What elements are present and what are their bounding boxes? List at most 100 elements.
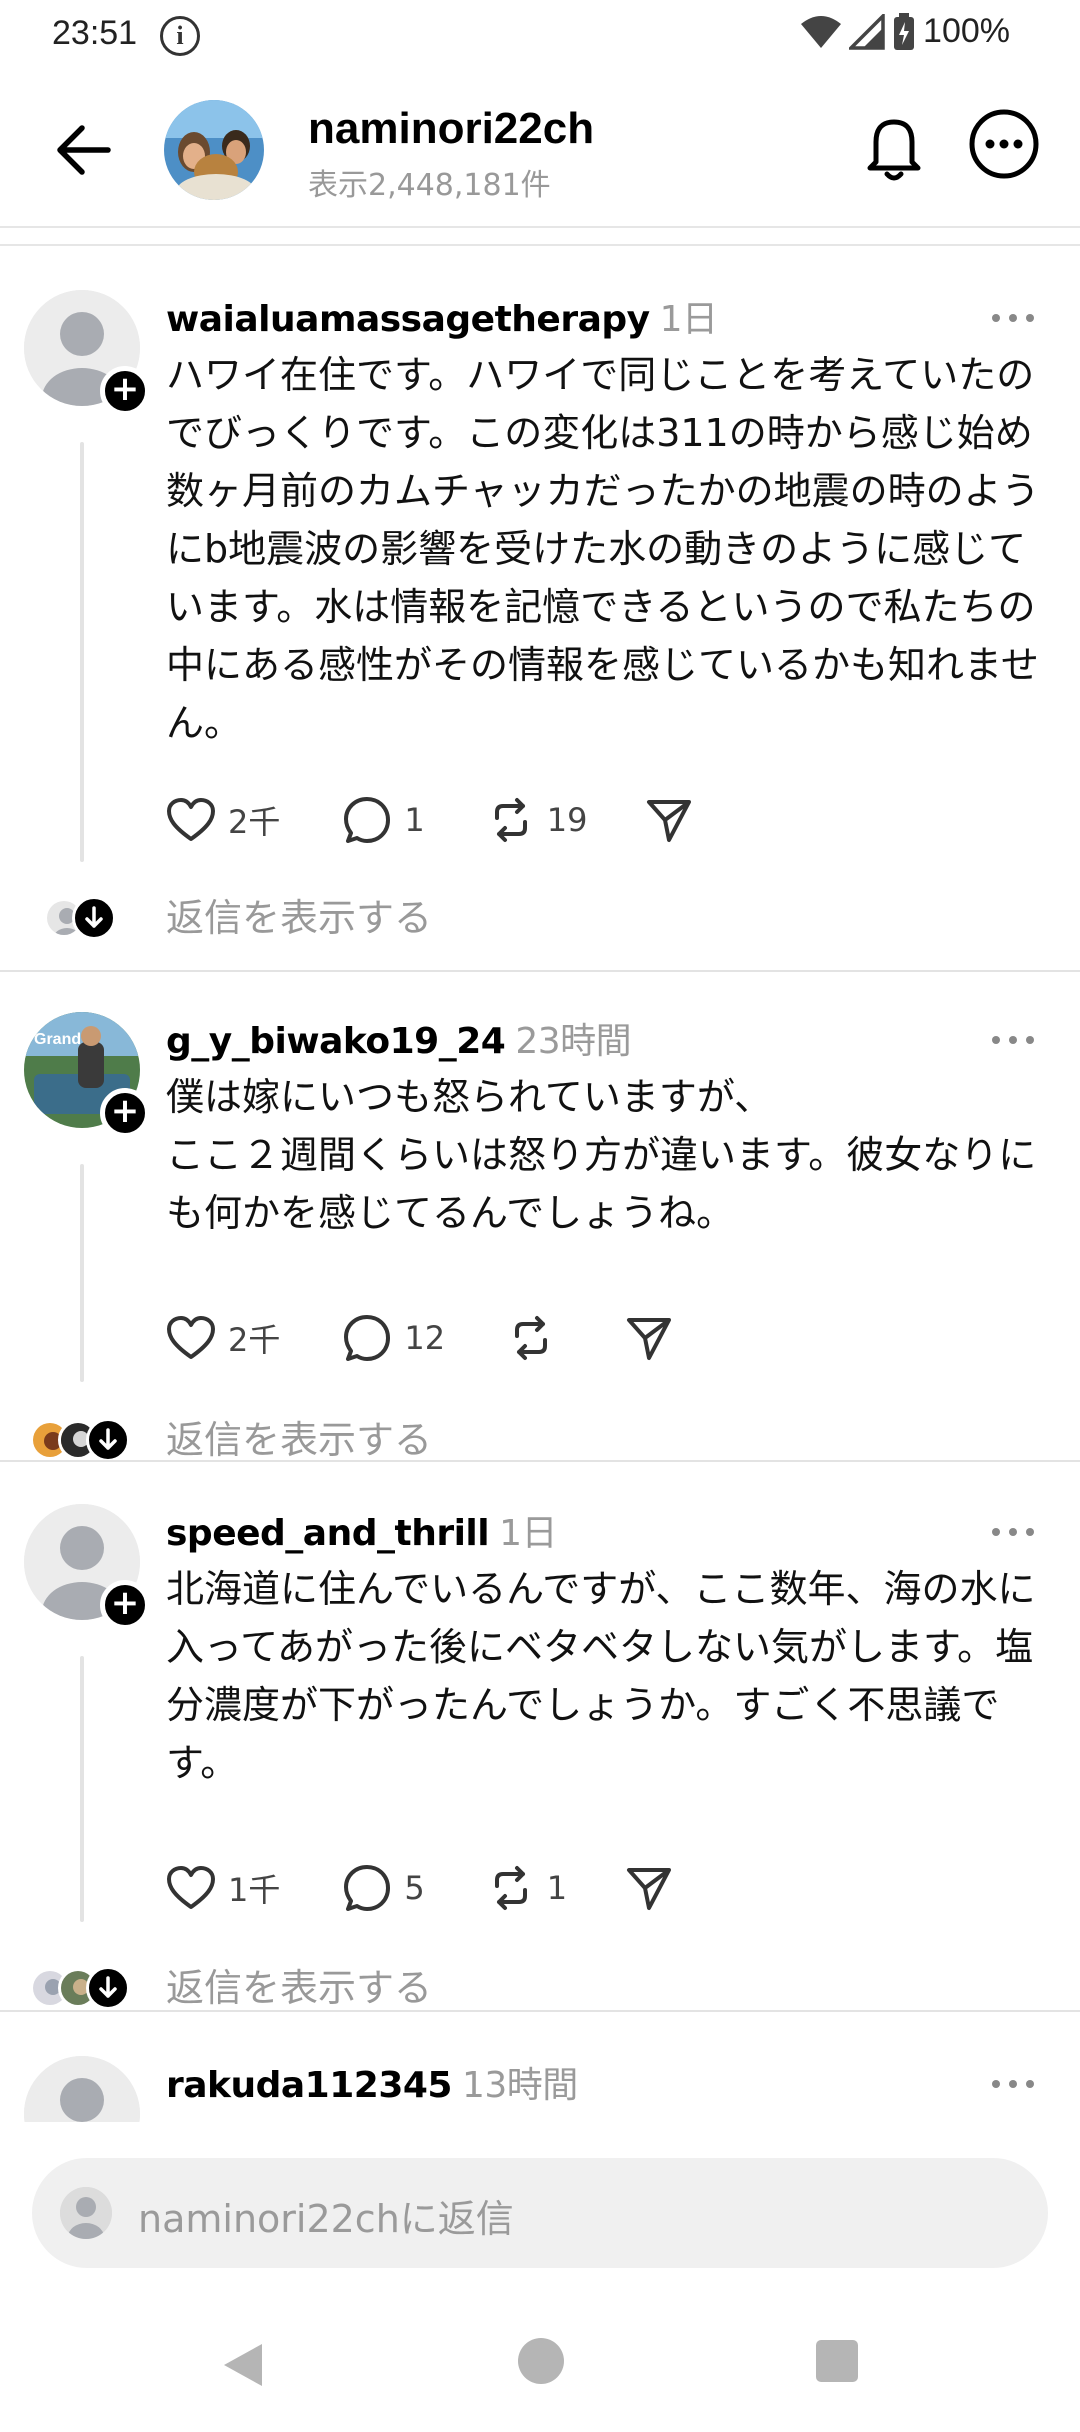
divider (0, 970, 1080, 972)
follow-plus-icon[interactable]: + (100, 366, 150, 416)
reply-composer: naminori22chに返信 (0, 2122, 1080, 2292)
more-options-icon[interactable] (968, 108, 1040, 180)
share-button[interactable] (625, 1864, 673, 1912)
like-count: 1千 (228, 1871, 281, 1909)
heart-icon (167, 798, 215, 841)
reply-button[interactable]: 5 (342, 1863, 425, 1913)
comment-header: speed_and_thrill 1日 (166, 1504, 558, 1556)
nav-recents-icon[interactable] (816, 2340, 858, 2382)
share-button[interactable] (645, 796, 693, 844)
signal-icon (849, 13, 885, 50)
comment-time: 1日 (659, 299, 718, 340)
comment-text: ハワイ在住です。ハワイで同じことを考えていたのでびっくりです。この変化は311の… (166, 353, 1071, 745)
share-button[interactable] (625, 1314, 673, 1362)
more-icon[interactable] (990, 1034, 1036, 1046)
divider (0, 2010, 1080, 2012)
repost-button[interactable]: 1 (487, 1864, 567, 1912)
thread-line (80, 442, 84, 862)
view-count: 表示2,448,181件 (308, 168, 551, 203)
show-replies-row[interactable]: 返信を表示する (0, 1958, 1080, 2018)
comment-text: 北海道に住んでいるんですが、ここ数年、海の水に入ってあがった後にベタベタしない気… (166, 1567, 1036, 1785)
chevron-down-icon (72, 896, 116, 940)
more-icon[interactable] (990, 312, 1036, 324)
avatar[interactable] (24, 2056, 140, 2122)
comment-username[interactable]: waialuamassagetherapy (166, 299, 650, 340)
comment-username[interactable]: g_y_biwako19_24 (166, 1021, 506, 1062)
svg-text:Grand: Grand (34, 1031, 81, 1048)
action-bar: 1千 5 1 (166, 1860, 673, 1916)
repost-count: 1 (546, 1869, 568, 1907)
comment-time: 1日 (499, 1513, 558, 1554)
comment-item: rakuda112345 13時間 (0, 2056, 1080, 2122)
comment-icon (344, 1315, 391, 1361)
back-arrow-icon[interactable] (52, 120, 116, 180)
comment-header: rakuda112345 13時間 (166, 2056, 578, 2108)
comment-text: 僕は嫁にいつも怒られていますが、 ここ２週間くらいは怒り方が違います。彼女なりに… (166, 1075, 1037, 1235)
reply-button[interactable]: 1 (342, 795, 425, 845)
repost-icon (494, 798, 527, 842)
comment-icon (344, 797, 391, 843)
share-icon (627, 1868, 672, 1910)
divider (0, 1460, 1080, 1462)
repost-count: 19 (546, 801, 588, 839)
divider (0, 244, 1080, 246)
more-icon[interactable] (990, 2078, 1036, 2090)
like-count: 2千 (228, 803, 281, 841)
thread-line (80, 1164, 84, 1382)
like-count: 2千 (228, 1321, 281, 1359)
heart-icon (167, 1866, 215, 1909)
like-button[interactable]: 2千 (166, 797, 280, 843)
wifi-icon (801, 15, 842, 48)
follow-plus-icon[interactable]: + (100, 1580, 150, 1630)
comment-time: 23時間 (515, 1021, 632, 1062)
reply-count: 1 (404, 801, 425, 839)
nav-home-icon[interactable] (518, 2338, 564, 2384)
info-icon: i (160, 16, 200, 56)
share-icon (647, 800, 692, 842)
system-nav-bar (0, 2292, 1080, 2432)
heart-icon (167, 1316, 215, 1359)
chevron-down-icon (86, 1966, 130, 2010)
comment-icon (344, 1865, 391, 1911)
status-bar: 23:51 i 100% (0, 0, 1080, 72)
show-replies-link[interactable]: 返信を表示する (166, 1958, 432, 2018)
follow-plus-icon[interactable]: + (100, 1088, 150, 1138)
status-time: 23:51 (52, 14, 138, 52)
repost-button[interactable] (507, 1314, 567, 1362)
reply-avatars (44, 896, 116, 940)
comment-header: g_y_biwako19_24 23時間 (166, 1012, 632, 1064)
reply-avatars (30, 1418, 130, 1462)
more-icon[interactable] (990, 1526, 1036, 1538)
repost-icon (515, 1316, 548, 1360)
thread-header: naminori22ch 表示2,448,181件 (0, 72, 1080, 228)
action-bar: 2千 12 (166, 1310, 673, 1366)
bell-icon[interactable] (862, 112, 926, 184)
comment-username[interactable]: speed_and_thrill (166, 1513, 490, 1554)
status-icons: 100% (801, 12, 1010, 51)
reply-placeholder: naminori22chに返信 (138, 2197, 514, 2241)
chevron-down-icon (86, 1418, 130, 1462)
comment-header: waialuamassagetherapy 1日 (166, 290, 718, 342)
battery-percent: 100% (923, 12, 1010, 50)
share-icon (627, 1318, 672, 1360)
my-avatar (60, 2187, 112, 2239)
reply-button[interactable]: 12 (342, 1313, 445, 1363)
like-button[interactable]: 2千 (166, 1315, 280, 1361)
reply-count: 12 (404, 1319, 446, 1357)
action-bar: 2千 1 19 (166, 792, 693, 848)
reply-avatars (30, 1966, 130, 2010)
show-replies-link[interactable]: 返信を表示する (166, 888, 432, 948)
profile-avatar[interactable] (164, 100, 264, 200)
show-replies-row[interactable]: 返信を表示する (0, 888, 1080, 948)
thread-author-name[interactable]: naminori22ch (308, 104, 594, 154)
thread-line (80, 1656, 84, 1922)
reply-input[interactable]: naminori22chに返信 (32, 2158, 1048, 2268)
comment-time: 13時間 (461, 2065, 578, 2106)
battery-icon (894, 12, 915, 50)
reply-count: 5 (404, 1869, 425, 1907)
repost-icon (494, 1866, 527, 1910)
like-button[interactable]: 1千 (166, 1865, 280, 1911)
nav-back-icon[interactable] (222, 2342, 264, 2388)
repost-button[interactable]: 19 (487, 796, 588, 844)
comment-username[interactable]: rakuda112345 (166, 2065, 452, 2106)
